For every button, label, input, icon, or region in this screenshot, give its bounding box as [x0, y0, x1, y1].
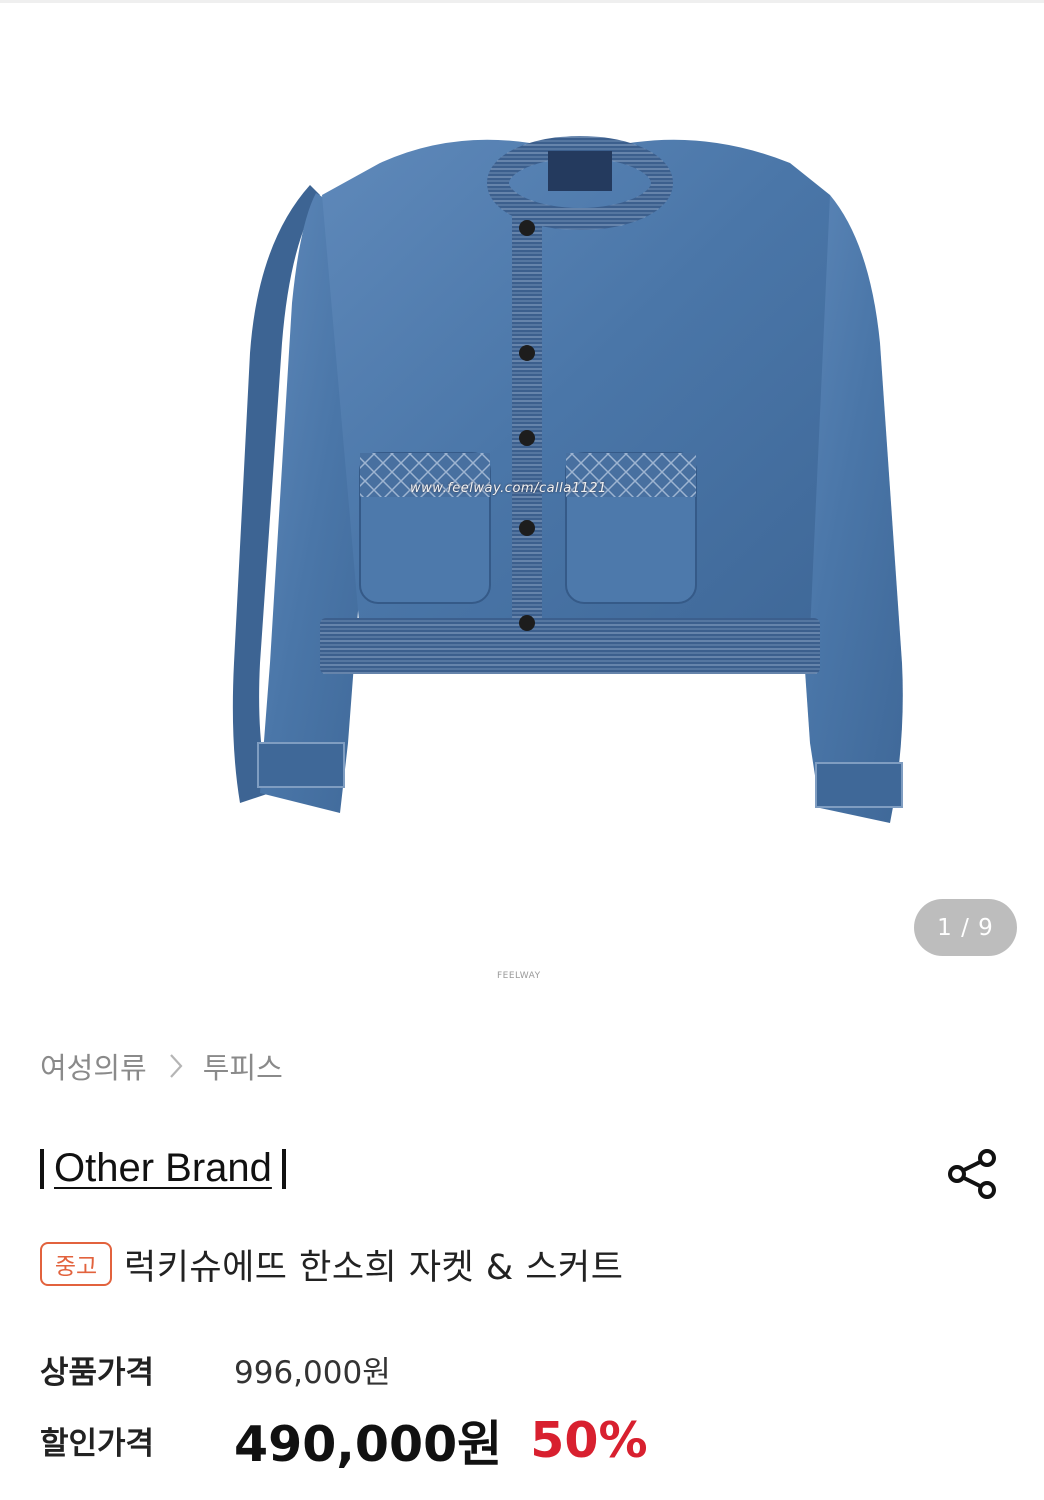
discount-rate: 50% [530, 1411, 648, 1469]
sale-price: 490,000원 [234, 1415, 503, 1473]
breadcrumb-item-two-piece[interactable]: 투피스 [203, 1045, 283, 1087]
share-icon [948, 1149, 996, 1199]
brand-name: Other Brand [54, 1146, 272, 1190]
product-image-gallery[interactable]: www.feelway.com/calla1121 1 / 9 FEELWAY [0, 3, 1044, 1000]
product-title: 럭키슈에뜨 한소희 자켓 & 스커트 [124, 1247, 624, 1288]
condition-badge: 중고 [40, 1242, 112, 1286]
share-button[interactable] [942, 1144, 1002, 1204]
brand-link[interactable]: Other Brand [40, 1146, 286, 1191]
feelway-mark: FEELWAY [497, 971, 541, 981]
brand-bar-left [40, 1148, 44, 1189]
image-watermark: www.feelway.com/calla1121 [410, 481, 607, 496]
image-counter: 1 / 9 [914, 899, 1017, 956]
breadcrumb-item-womens-clothing[interactable]: 여성의류 [40, 1045, 147, 1087]
breadcrumb: 여성의류 투피스 [40, 1044, 283, 1088]
original-price: 996,000원 [234, 1354, 391, 1391]
sale-price-row: 할인가격 490,000원 50% [40, 1405, 648, 1475]
product-title-row: 중고 럭키슈에뜨 한소희 자켓 & 스커트 [40, 1238, 623, 1290]
original-price-row: 상품가격 996,000원 [40, 1344, 391, 1394]
brand-row: Other Brand [40, 1140, 1004, 1206]
original-price-label: 상품가격 [40, 1354, 155, 1391]
brand-bar-right [281, 1148, 286, 1189]
sale-price-label: 할인가격 [40, 1425, 155, 1462]
chevron-right-icon [169, 1053, 183, 1079]
